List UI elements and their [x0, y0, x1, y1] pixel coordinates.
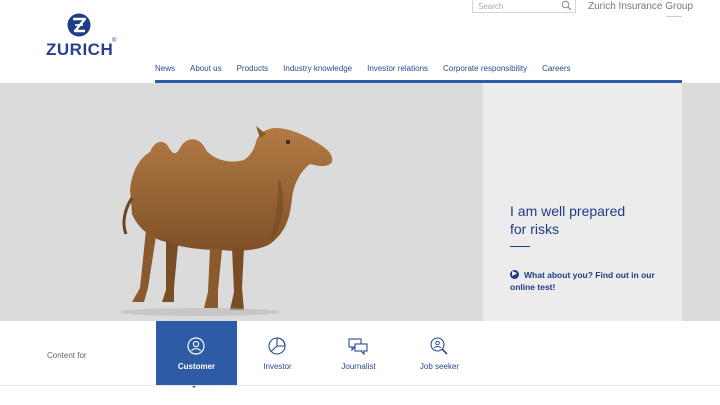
hero-headline-line2: for risks [510, 221, 559, 237]
nav-item-products[interactable]: Products [237, 63, 269, 75]
hero-right-strip [682, 83, 720, 321]
hero-headline-line1: I am well prepared [510, 203, 626, 219]
tab-job-seeker-label[interactable]: Job seeker [399, 362, 480, 371]
group-link[interactable]: Zurich Insurance Group [588, 0, 693, 13]
headline-divider [510, 246, 530, 247]
tab-investor[interactable]: Investor [237, 321, 318, 385]
group-link-underline [666, 16, 682, 17]
tab-job-seeker[interactable]: Job seeker [399, 321, 480, 385]
search-box[interactable] [472, 0, 576, 13]
search-icon[interactable] [561, 0, 572, 11]
magnifier-person-icon [430, 337, 448, 355]
nav-item-careers[interactable]: Careers [542, 63, 570, 75]
search-input[interactable] [473, 1, 558, 12]
camel-image [120, 126, 333, 316]
hero-cta-link[interactable]: ▶ What about you? Find out in our online … [510, 269, 670, 293]
logo-wordmark: ZURICH [46, 40, 114, 59]
nav-item-industry-knowledge[interactable]: Industry knowledge [283, 63, 352, 75]
tab-journalist-label[interactable]: Journalist [318, 362, 399, 371]
content-for-label: Content for [47, 351, 87, 360]
zurich-logo[interactable]: ZURICH ® [46, 12, 126, 60]
hero-headline: I am well prepared for risks [510, 202, 670, 238]
nav-item-investor-relations[interactable]: Investor relations [367, 63, 428, 75]
pie-chart-icon [268, 337, 286, 355]
logo-registered-mark: ® [112, 38, 117, 44]
speech-bubbles-icon [348, 338, 368, 355]
arrow-right-icon[interactable]: ▶ [510, 270, 519, 280]
tab-journalist[interactable]: Journalist [318, 321, 399, 385]
nav-item-corporate-responsibility[interactable]: Corporate responsibility [443, 63, 527, 75]
hero-cta-text[interactable]: What about you? Find out in our online t… [510, 270, 655, 292]
tab-investor-label[interactable]: Investor [237, 362, 318, 371]
zurich-logo-icon [67, 13, 91, 37]
tab-customer[interactable]: Customer [156, 321, 237, 385]
nav-item-news[interactable]: News [155, 63, 175, 75]
tab-customer-label[interactable]: Customer [156, 362, 237, 371]
person-icon [187, 337, 205, 355]
main-nav: News About us Products Industry knowledg… [155, 63, 586, 75]
nav-item-about-us[interactable]: About us [190, 63, 222, 75]
bottom-divider [0, 385, 720, 386]
